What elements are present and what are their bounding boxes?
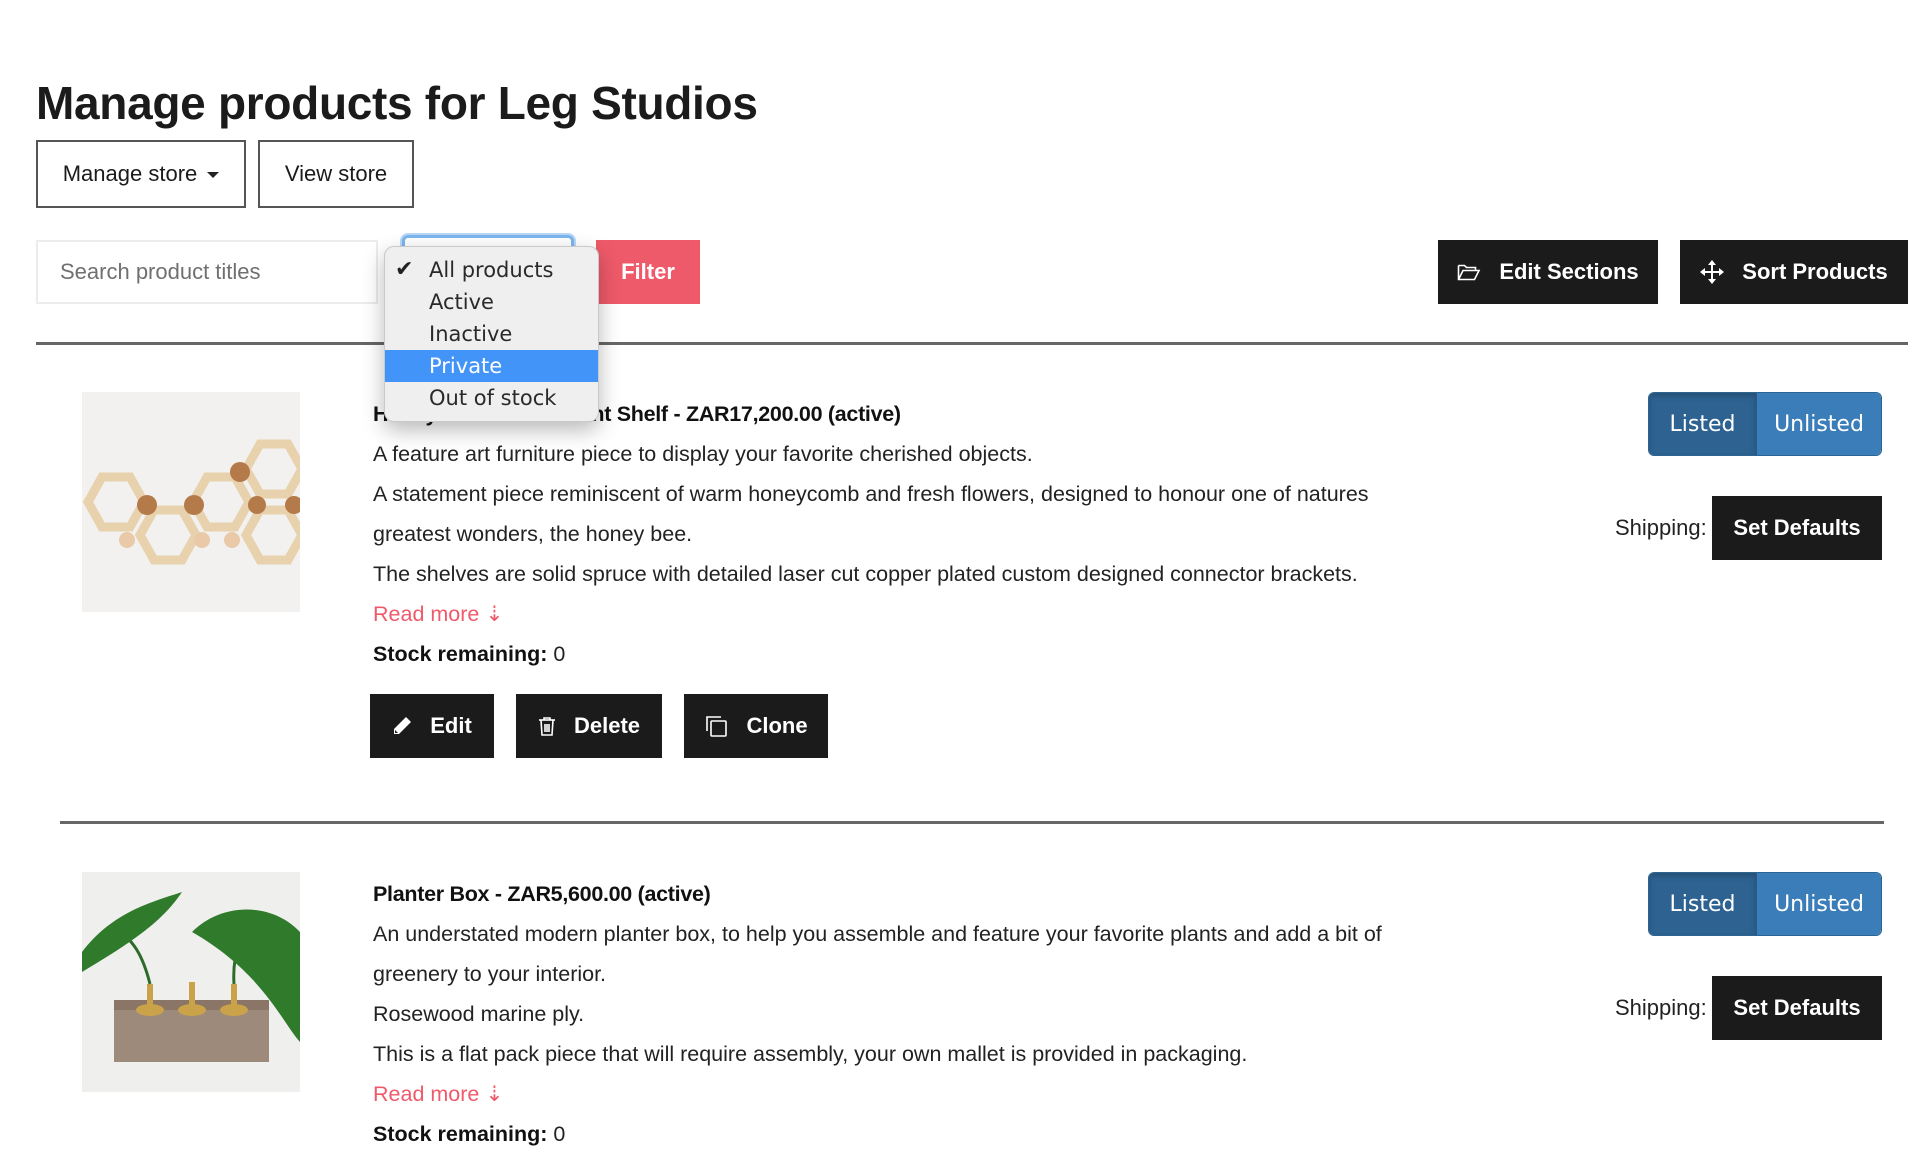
manage-store-label: Manage store <box>62 161 198 186</box>
filter-option-inactive[interactable]: Inactive <box>385 318 598 350</box>
stock-label: Stock remaining: <box>373 642 548 666</box>
product-description-line: A feature art furniture piece to display… <box>373 442 1033 466</box>
filter-option-out-of-stock[interactable]: Out of stock <box>385 382 598 414</box>
set-defaults-button[interactable]: Set Defaults <box>1712 976 1882 1040</box>
option-label: Inactive <box>429 322 513 346</box>
product-image <box>82 872 300 1092</box>
stock-label: Stock remaining: <box>373 1122 548 1146</box>
listing-toggle: Listed Unlisted <box>1648 872 1882 936</box>
clone-button[interactable]: Clone <box>684 694 828 758</box>
section-divider <box>36 342 1908 345</box>
listed-button[interactable]: Listed <box>1649 393 1757 455</box>
move-arrows-icon <box>1700 260 1725 284</box>
pencil-icon <box>392 716 412 736</box>
product-description-line: Rosewood marine ply. <box>373 1002 585 1026</box>
product-description-line: A statement piece reminiscent of warm ho… <box>373 482 1369 506</box>
product-image <box>82 392 300 612</box>
manage-store-button[interactable]: Manage store <box>36 140 246 208</box>
shipping-label: Shipping: <box>1615 995 1707 1020</box>
product-description-line: greenery to your interior. <box>373 962 607 986</box>
edit-sections-button[interactable]: Edit Sections <box>1438 240 1658 304</box>
edit-label: Edit <box>430 713 472 738</box>
filter-option-all-products[interactable]: ✔ All products <box>385 254 598 286</box>
stock-value: 0 <box>553 1122 566 1146</box>
clone-label: Clone <box>746 713 808 738</box>
product-divider <box>60 821 1884 824</box>
listed-button[interactable]: Listed <box>1649 873 1757 935</box>
view-store-label: View store <box>284 161 388 186</box>
sort-products-label: Sort Products <box>1742 259 1888 284</box>
trash-icon <box>538 716 556 736</box>
product-details: Planter Box - ZAR5,600.00 (active) An un… <box>373 874 1433 1154</box>
read-more-link[interactable]: Read more ⇣ <box>373 602 503 626</box>
delete-button[interactable]: Delete <box>516 694 662 758</box>
product-details: Honeycomb Wall-Mount Shelf - ZAR17,200.0… <box>373 394 1433 674</box>
option-label: Private <box>429 354 503 378</box>
folder-open-icon <box>1457 262 1481 282</box>
unlisted-button[interactable]: Unlisted <box>1757 873 1881 935</box>
shipping-label: Shipping: <box>1615 515 1707 540</box>
product-description-line: An understated modern planter box, to he… <box>373 922 1382 946</box>
stock-remaining: Stock remaining: 0 <box>373 1114 1433 1154</box>
search-input[interactable] <box>36 240 378 304</box>
filter-dropdown-menu: ✔ All products Active Inactive Private O… <box>384 246 599 422</box>
stock-remaining: Stock remaining: 0 <box>373 634 1433 674</box>
set-defaults-button[interactable]: Set Defaults <box>1712 496 1882 560</box>
unlisted-button[interactable]: Unlisted <box>1757 393 1881 455</box>
listing-toggle: Listed Unlisted <box>1648 392 1882 456</box>
caret-down-icon <box>207 172 220 178</box>
filter-option-private[interactable]: Private <box>385 350 598 382</box>
product-description-line: The shelves are solid spruce with detail… <box>373 562 1358 586</box>
copy-icon <box>704 714 728 738</box>
filter-option-active[interactable]: Active <box>385 286 598 318</box>
product-title: Planter Box - ZAR5,600.00 (active) <box>373 882 711 906</box>
option-label: Out of stock <box>429 386 557 410</box>
page-title: Manage products for Leg Studios <box>36 77 758 129</box>
edit-button[interactable]: Edit <box>370 694 494 758</box>
read-more-link[interactable]: Read more ⇣ <box>373 1082 503 1106</box>
delete-label: Delete <box>573 713 641 738</box>
filter-button[interactable]: Filter <box>596 240 700 304</box>
view-store-button[interactable]: View store <box>258 140 414 208</box>
stock-value: 0 <box>553 642 566 666</box>
edit-sections-label: Edit Sections <box>1499 259 1639 284</box>
option-label: All products <box>429 258 554 282</box>
checkmark-icon: ✔ <box>395 257 414 282</box>
sort-products-button[interactable]: Sort Products <box>1680 240 1908 304</box>
product-description-line: This is a flat pack piece that will requ… <box>373 1042 1248 1066</box>
option-label: Active <box>429 290 494 314</box>
product-description-line: greatest wonders, the honey bee. <box>373 522 693 546</box>
